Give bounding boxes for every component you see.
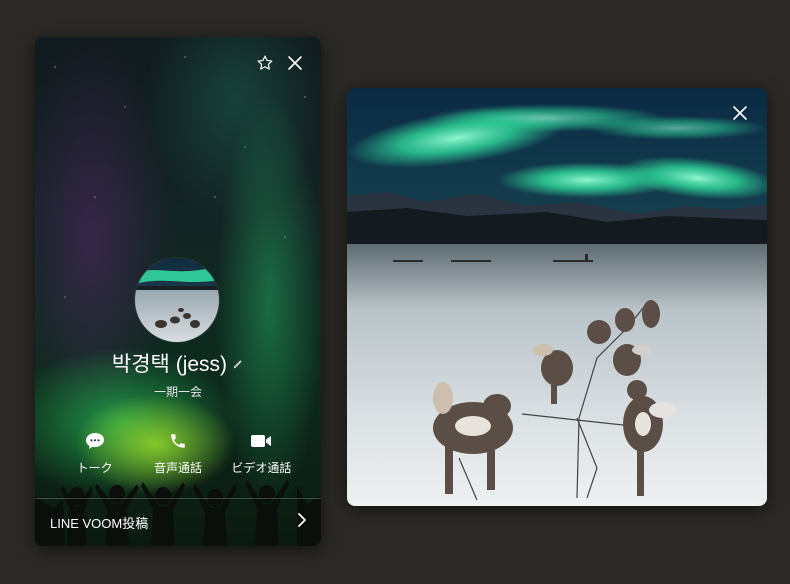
- avatar[interactable]: [135, 258, 219, 342]
- profile-name: 박경택 (jess): [35, 348, 321, 378]
- close-icon[interactable]: [730, 103, 750, 123]
- close-icon[interactable]: [285, 53, 305, 73]
- video-camera-icon: [250, 431, 272, 451]
- video-call-button[interactable]: ビデオ通話: [220, 431, 303, 476]
- status-message: 一期一会: [153, 385, 202, 399]
- sled-dogs-aurora-photo: [347, 88, 767, 506]
- voom-label: LINE VOOM投稿: [50, 516, 149, 531]
- voice-call-label: 音声通話: [153, 461, 202, 475]
- line-voom-posts-link[interactable]: LINE VOOM投稿: [35, 498, 321, 546]
- image-viewer: [347, 88, 767, 506]
- talk-button[interactable]: トーク: [53, 431, 136, 476]
- profile-card: 박경택 (jess) 一期一会 トーク 音声通話 ビデオ通話 LINE VOOM…: [35, 37, 321, 546]
- desktop: 박경택 (jess) 一期一会 トーク 音声通話 ビデオ通話 LINE VOOM…: [0, 0, 790, 584]
- talk-label: トーク: [76, 461, 113, 475]
- voice-call-button[interactable]: 音声通話: [136, 431, 219, 476]
- card-header-controls: [255, 53, 305, 73]
- star-icon[interactable]: [255, 53, 275, 73]
- profile-name-text: 박경택 (jess): [111, 353, 228, 376]
- action-buttons: トーク 音声通話 ビデオ通話: [53, 431, 303, 476]
- chat-bubble-icon: [84, 431, 106, 451]
- chevron-right-icon: [297, 512, 307, 533]
- phone-icon: [167, 431, 189, 451]
- edit-pencil-icon[interactable]: [233, 351, 244, 375]
- video-call-label: ビデオ通話: [231, 461, 292, 475]
